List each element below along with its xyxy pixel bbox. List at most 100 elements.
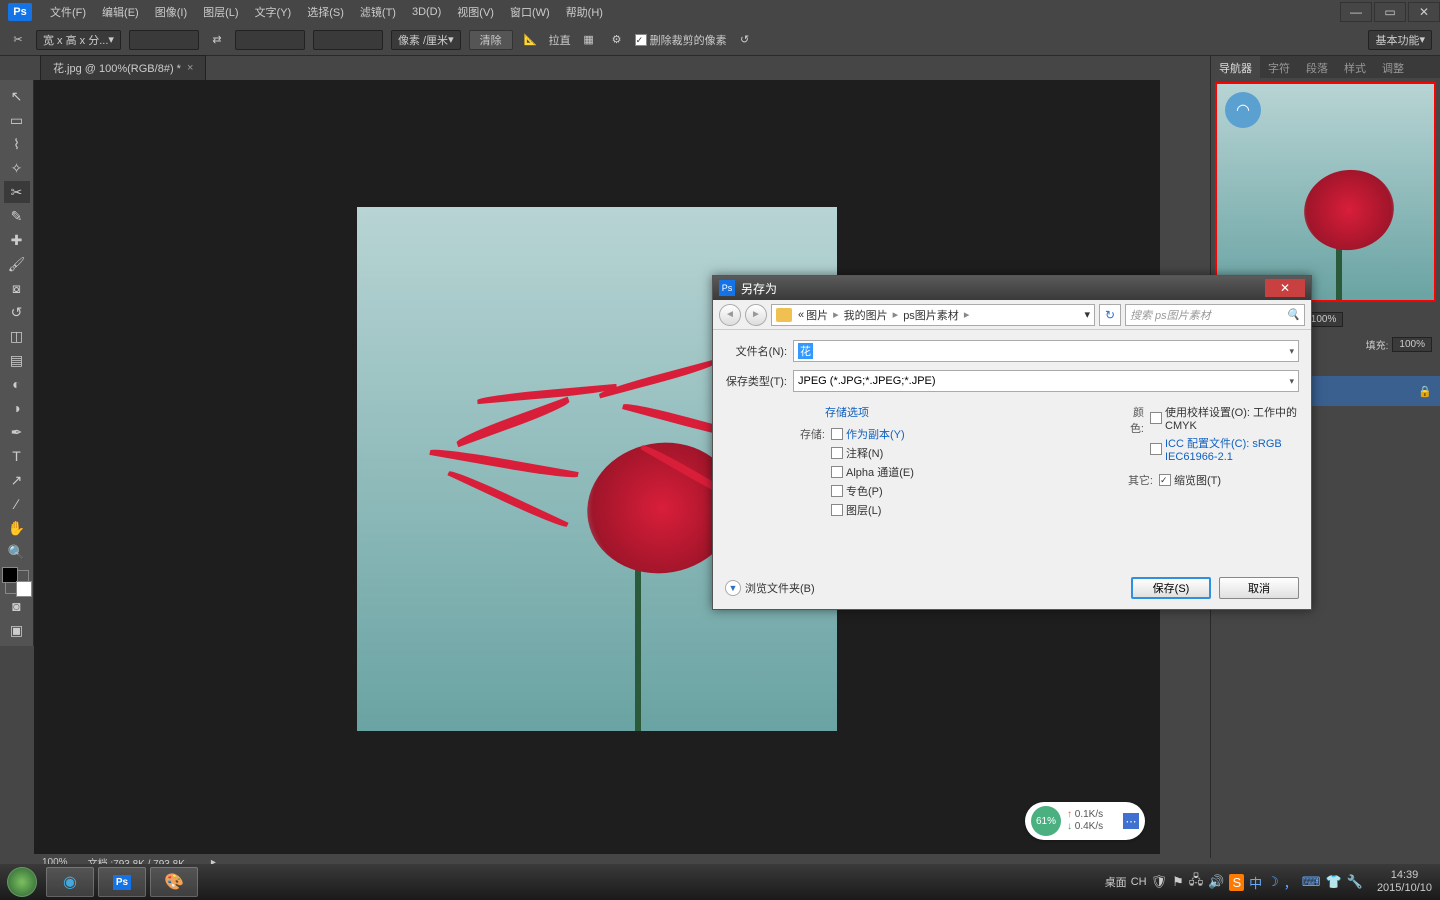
start-button[interactable] xyxy=(0,864,44,900)
shape-tool[interactable]: ∕ xyxy=(4,493,30,515)
expand-widget-icon[interactable]: ⋯ xyxy=(1123,813,1139,829)
delete-cropped-checkbox[interactable]: 删除裁剪的像素 xyxy=(635,32,727,48)
refresh-button[interactable]: ↻ xyxy=(1099,304,1121,326)
menu-filter[interactable]: 滤镜(T) xyxy=(352,4,404,20)
gradient-tool[interactable]: ▤ xyxy=(4,349,30,371)
nav-forward-button[interactable]: ► xyxy=(745,304,767,326)
clock[interactable]: 14:39 2015/10/10 xyxy=(1377,869,1432,895)
breadcrumb[interactable]: « 图片▸ 我的图片▸ ps图片素材▸ ▾ xyxy=(771,304,1095,326)
lasso-tool[interactable]: ⌇ xyxy=(4,133,30,155)
tab-paragraph[interactable]: 段落 xyxy=(1298,56,1336,78)
quick-mask-icon[interactable]: ◙ xyxy=(4,595,30,617)
dialog-titlebar[interactable]: Ps 另存为 ✕ xyxy=(713,276,1311,300)
fill-input[interactable]: 100% xyxy=(1392,337,1432,352)
healing-brush-tool[interactable]: ✚ xyxy=(4,229,30,251)
crop-ratio-select[interactable]: 宽 x 高 x 分... ▾ xyxy=(36,30,121,50)
browse-folders-toggle[interactable]: ▼浏览文件夹(B) xyxy=(725,580,815,596)
menu-image[interactable]: 图像(I) xyxy=(147,4,195,20)
crop-tool[interactable]: ✂ xyxy=(4,181,30,203)
desktop-button[interactable]: 桌面 xyxy=(1105,874,1127,890)
save-button[interactable]: 保存(S) xyxy=(1131,577,1211,599)
crop-width-input[interactable] xyxy=(129,30,199,50)
menu-type[interactable]: 文字(Y) xyxy=(247,4,300,20)
stamp-tool[interactable]: ⧇ xyxy=(4,277,30,299)
close-tab-icon[interactable]: × xyxy=(187,62,193,74)
hand-tool[interactable]: ✋ xyxy=(4,517,30,539)
tab-styles[interactable]: 样式 xyxy=(1336,56,1374,78)
window-maximize-button[interactable]: ▭ xyxy=(1374,2,1406,22)
reset-icon[interactable]: ↺ xyxy=(735,30,755,50)
icc-checkbox[interactable]: ICC 配置文件(C): sRGB IEC61966-2.1 xyxy=(1150,435,1299,463)
filename-input[interactable]: 花 ▾ xyxy=(793,340,1299,362)
filetype-select[interactable]: JPEG (*.JPG;*.JPEG;*.JPE) ▾ xyxy=(793,370,1299,392)
layers-checkbox[interactable]: 图层(L) xyxy=(831,502,914,518)
tray-shirt-icon[interactable]: 👕 xyxy=(1326,874,1342,890)
pen-tool[interactable]: ✒ xyxy=(4,421,30,443)
crop-height-input[interactable] xyxy=(235,30,305,50)
ime-indicator[interactable]: CH xyxy=(1131,876,1147,888)
clear-button[interactable]: 清除 xyxy=(469,30,513,50)
settings-gear-icon[interactable]: ⚙ xyxy=(607,30,627,50)
workspace-select[interactable]: 基本功能 ▾ xyxy=(1368,30,1432,50)
tray-keyboard-icon[interactable]: ⌨ xyxy=(1302,874,1321,890)
annotations-checkbox[interactable]: 注释(N) xyxy=(831,445,914,461)
tray-wrench-icon[interactable]: 🔧 xyxy=(1347,874,1363,890)
menu-3d[interactable]: 3D(D) xyxy=(404,6,449,18)
crop-res-input[interactable] xyxy=(313,30,383,50)
nav-back-button[interactable]: ◄ xyxy=(719,304,741,326)
zoom-tool[interactable]: 🔍 xyxy=(4,541,30,563)
tab-adjustments[interactable]: 调整 xyxy=(1374,56,1412,78)
menu-window[interactable]: 窗口(W) xyxy=(502,4,558,20)
menu-select[interactable]: 选择(S) xyxy=(299,4,352,20)
network-speed-widget[interactable]: 61% 0.1K/s 0.4K/s ⋯ xyxy=(1025,802,1145,840)
tray-ime-zh-icon[interactable]: 中 xyxy=(1249,873,1262,892)
eyedropper-tool[interactable]: ✎ xyxy=(4,205,30,227)
document-tab[interactable]: 花.jpg @ 100%(RGB/8#) * × xyxy=(40,55,206,80)
marquee-tool[interactable]: ▭ xyxy=(4,109,30,131)
history-brush-tool[interactable]: ↺ xyxy=(4,301,30,323)
thumbnail-checkbox[interactable]: 缩览图(T) xyxy=(1159,472,1221,488)
dialog-close-button[interactable]: ✕ xyxy=(1265,279,1305,297)
eraser-tool[interactable]: ◫ xyxy=(4,325,30,347)
search-input[interactable]: 搜索 ps图片素材 🔍 xyxy=(1125,304,1305,326)
dodge-tool[interactable]: ◑ xyxy=(4,397,30,419)
proof-checkbox[interactable]: 使用校样设置(O): 工作中的 CMYK xyxy=(1150,404,1299,432)
spot-checkbox[interactable]: 专色(P) xyxy=(831,483,914,499)
menu-file[interactable]: 文件(F) xyxy=(42,4,94,20)
straighten-icon[interactable]: 📐 xyxy=(521,30,541,50)
tray-network-icon[interactable]: 🖧 xyxy=(1189,871,1204,893)
brush-tool[interactable]: 🖌 xyxy=(4,253,30,275)
taskbar-app-paint[interactable]: 🎨 xyxy=(150,867,198,897)
as-copy-checkbox[interactable]: 作为副本(Y) xyxy=(831,426,914,442)
tab-character[interactable]: 字符 xyxy=(1260,56,1298,78)
tray-flag-icon[interactable]: ⚑ xyxy=(1172,874,1184,890)
tray-moon-icon[interactable]: ☽ xyxy=(1267,874,1279,890)
tray-shield-icon[interactable]: 🛡 xyxy=(1151,874,1168,890)
taskbar-app-photoshop[interactable]: Ps xyxy=(98,867,146,897)
menu-view[interactable]: 视图(V) xyxy=(449,4,502,20)
move-tool[interactable]: ↖ xyxy=(4,85,30,107)
magic-wand-tool[interactable]: ✧ xyxy=(4,157,30,179)
menu-layer[interactable]: 图层(L) xyxy=(195,4,246,20)
window-minimize-button[interactable]: — xyxy=(1340,2,1372,22)
color-swatch[interactable] xyxy=(5,570,29,594)
cancel-button[interactable]: 取消 xyxy=(1219,577,1299,599)
swap-icon[interactable]: ⇄ xyxy=(207,30,227,50)
lock-icon[interactable]: 🔒 xyxy=(1418,385,1432,398)
type-tool[interactable]: T xyxy=(4,445,30,467)
blur-tool[interactable]: ◐ xyxy=(4,373,30,395)
window-close-button[interactable]: ✕ xyxy=(1408,2,1440,22)
menu-help[interactable]: 帮助(H) xyxy=(558,4,611,20)
path-selection-tool[interactable]: ↗ xyxy=(4,469,30,491)
grid-overlay-icon[interactable]: ▦ xyxy=(579,30,599,50)
tray-comma-icon[interactable]: ， xyxy=(1284,873,1297,892)
tray-sogou-icon[interactable]: S xyxy=(1229,874,1244,891)
navigator-preview[interactable]: ◠ xyxy=(1215,82,1436,302)
tray-icons[interactable]: 🛡 ⚑ 🖧 🔊 S 中 ☽ ， ⌨ 👕 🔧 xyxy=(1151,871,1363,893)
alpha-checkbox[interactable]: Alpha 通道(E) xyxy=(831,464,914,480)
screen-mode-icon[interactable]: ▣ xyxy=(4,619,30,641)
taskbar-app-browser[interactable]: ◉ xyxy=(46,867,94,897)
menu-edit[interactable]: 编辑(E) xyxy=(94,4,147,20)
tab-navigator[interactable]: 导航器 xyxy=(1211,56,1260,78)
crop-unit-select[interactable]: 像素 /厘米 ▾ xyxy=(391,30,461,50)
